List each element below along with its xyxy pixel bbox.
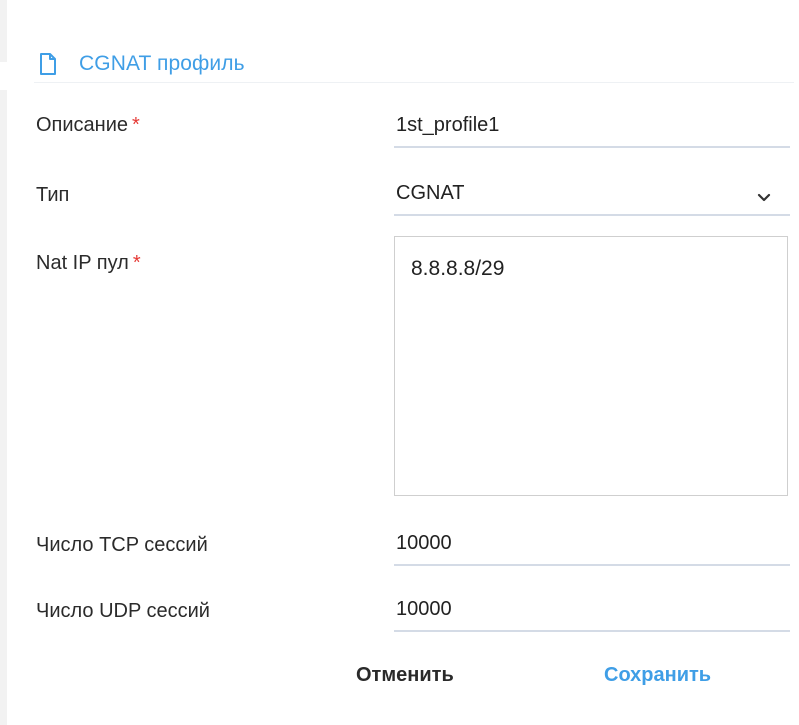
- nat-ip-pool-label-text: Nat IP пул: [36, 252, 129, 274]
- required-mark: *: [132, 114, 140, 136]
- type-label: Тип: [36, 184, 70, 206]
- description-label: Описание *: [36, 114, 140, 137]
- document-icon: [39, 53, 57, 75]
- cancel-button[interactable]: Отменить: [356, 664, 454, 687]
- required-mark: *: [132, 252, 141, 274]
- type-value: CGNAT: [396, 181, 465, 204]
- udp-sessions-field[interactable]: 10000: [394, 588, 790, 632]
- tcp-sessions-label: Число TCP сессий: [36, 534, 208, 556]
- chevron-down-icon[interactable]: [756, 187, 772, 202]
- tcp-sessions-value: 10000: [396, 531, 452, 554]
- udp-sessions-value: 10000: [396, 597, 452, 620]
- type-select[interactable]: CGNAT: [394, 172, 790, 216]
- tcp-sessions-field[interactable]: 10000: [394, 522, 790, 566]
- description-value: 1st_profile1: [396, 113, 500, 136]
- panel-title: CGNAT профиль: [79, 52, 245, 75]
- description-label-text: Описание: [36, 114, 129, 136]
- udp-sessions-label: Число UDP сессий: [36, 600, 210, 622]
- left-edge-border: [0, 0, 7, 725]
- left-edge-notch: [0, 62, 12, 90]
- save-button[interactable]: Сохранить: [604, 664, 711, 687]
- panel-header: CGNAT профиль: [34, 46, 794, 83]
- description-field[interactable]: 1st_profile1: [394, 104, 790, 148]
- nat-ip-pool-textarea[interactable]: 8.8.8.8/29: [394, 236, 788, 496]
- nat-ip-pool-label: Nat IP пул *: [36, 252, 141, 275]
